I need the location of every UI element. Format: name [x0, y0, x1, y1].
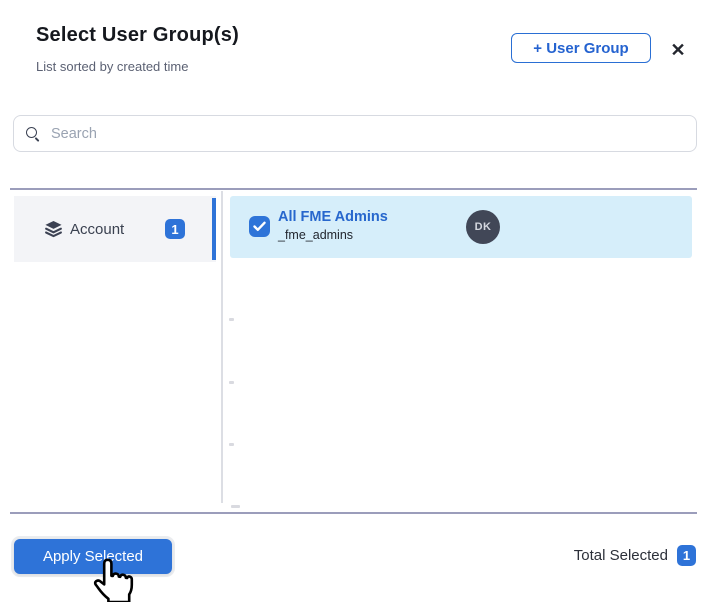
- category-label: Account: [70, 220, 125, 238]
- group-checkbox[interactable]: [249, 216, 270, 237]
- category-count-badge: 1: [165, 219, 185, 239]
- list-dot: [231, 505, 240, 508]
- avatar: DK: [466, 210, 500, 244]
- sort-hint-text: List sorted by created time: [36, 59, 189, 74]
- list-top-divider: [10, 188, 697, 190]
- total-selected-badge: 1: [677, 545, 696, 566]
- search-icon: [26, 127, 39, 140]
- sidebar-item-account[interactable]: Account 1: [14, 196, 216, 262]
- checkmark-icon: [253, 221, 266, 231]
- list-dot: [229, 381, 234, 384]
- group-id: _fme_admins: [278, 228, 354, 242]
- footer-divider: [10, 512, 697, 514]
- list-dot: [229, 443, 234, 446]
- list-dot: [229, 318, 234, 321]
- active-category-indicator: [212, 198, 216, 260]
- close-icon: ✕: [670, 39, 686, 60]
- group-name: All FME Admins: [278, 209, 388, 225]
- panel-divider: [221, 191, 223, 503]
- total-selected-label: Total Selected: [573, 547, 668, 564]
- total-selected: Total Selected 1: [574, 545, 696, 566]
- add-user-group-button[interactable]: + User Group: [511, 33, 651, 63]
- apply-selected-button[interactable]: Apply Selected: [14, 539, 172, 574]
- select-user-groups-dialog: Select User Group(s) List sorted by crea…: [0, 0, 718, 602]
- close-button[interactable]: ✕: [665, 37, 691, 63]
- page-title: Select User Group(s): [36, 24, 239, 46]
- search-input[interactable]: [49, 124, 696, 143]
- list-item-group[interactable]: All FME Admins _fme_admins DK: [230, 196, 692, 258]
- search-box: [13, 115, 697, 152]
- layers-icon: [45, 220, 62, 238]
